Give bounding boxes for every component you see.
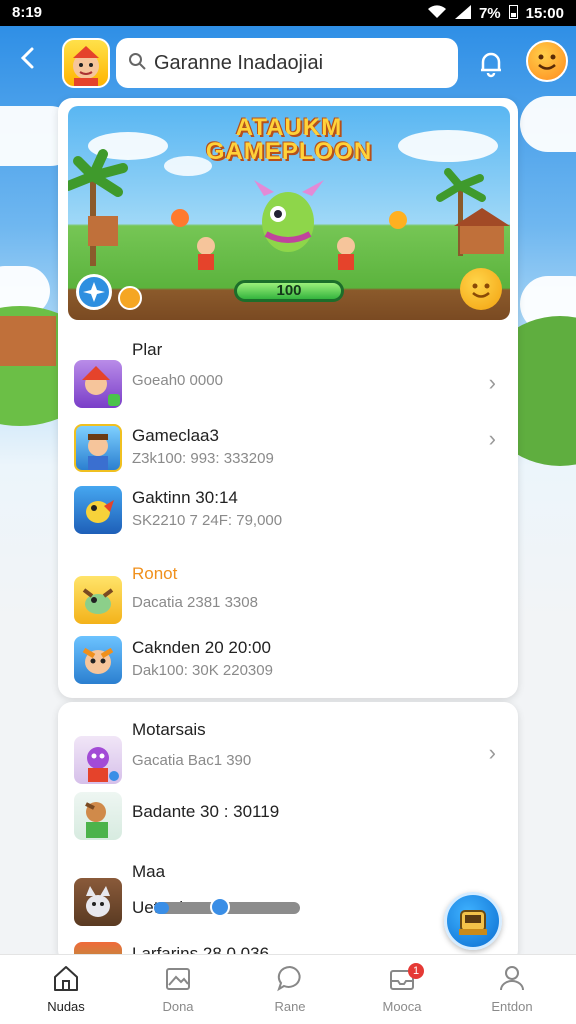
featured-game-banner[interactable]: ATAUKM GAMEPLOON 100 [68, 106, 510, 320]
progress-knob [210, 897, 230, 917]
bell-icon [481, 52, 501, 78]
person-icon [497, 963, 527, 993]
game-app-icon[interactable] [62, 38, 110, 88]
list-item[interactable]: Gameclaa3 Z3k100: 993: 333209 › [74, 424, 504, 478]
battery-icon [508, 4, 518, 23]
search-input[interactable] [154, 51, 434, 75]
game-thumbnail [74, 360, 122, 408]
smiley-button[interactable] [460, 268, 502, 310]
game-thumbnail [74, 424, 122, 472]
list-item-subtitle: Dak100: 30K 220309 [132, 662, 273, 679]
battery-percent: 7% [478, 5, 501, 22]
chevron-right-icon: › [488, 426, 496, 451]
smiley-icon [472, 283, 490, 298]
chevron-right-icon: › [488, 740, 496, 765]
tab-label: Rane [274, 999, 306, 1014]
list-item[interactable]: Caknden 20 20:00 Dak100: 30K 220309 [74, 636, 504, 690]
tab-label: Nudas [47, 999, 85, 1014]
top-bar [0, 26, 576, 98]
progress-fill [154, 902, 169, 914]
status-time: 8:19 [12, 4, 43, 21]
list-item[interactable]: Badante 30 : 30119 [74, 792, 504, 846]
coin-icon [118, 286, 142, 310]
tab-label: Entdon [491, 999, 533, 1014]
main-card: ATAUKM GAMEPLOON 100 Plar Goeah0 0000 › … [58, 98, 518, 698]
sparkle-button[interactable] [76, 274, 112, 310]
search-icon [128, 52, 146, 75]
score-bar: 100 [234, 280, 344, 302]
list-item-title: Gameclaa3 [132, 426, 219, 445]
tab-rane[interactable]: Rane [240, 963, 340, 1019]
game-thumbnail [74, 792, 122, 840]
game-controller-fab[interactable] [444, 892, 502, 950]
list-item-subtitle: Goeah0 0000 [132, 372, 223, 389]
list-item-subtitle: Gacatia Bac1 390 [132, 752, 252, 769]
home-icon [51, 963, 81, 993]
tab-entdon[interactable]: Entdon [462, 963, 562, 1019]
list-item-title: Gaktinn 30:14 [132, 488, 238, 507]
robot-icon [459, 910, 487, 935]
wifi-icon [427, 4, 447, 23]
chevron-right-icon: › [488, 370, 496, 395]
game-thumbnail [74, 576, 122, 624]
list-item-subtitle: Dacatia 2381 3308 [132, 594, 258, 611]
image-icon [163, 963, 193, 993]
list-item-title: Plar [132, 340, 163, 359]
list-item-subtitle: Z3k100: 993: 333209 [132, 450, 274, 467]
list-item-title: Badante 30 : 30119 [132, 802, 280, 821]
banner-title: ATAUKM GAMEPLOON [205, 114, 373, 165]
game-thumbnail [74, 486, 122, 534]
tab-mooca[interactable]: 1 Mooca [352, 963, 452, 1019]
tab-label: Mooca [382, 999, 422, 1014]
tab-label: Dona [162, 999, 194, 1014]
list-item[interactable]: Dacatia 2381 3308 [74, 576, 504, 630]
chat-icon [275, 963, 305, 993]
chevron-left-icon [20, 47, 34, 69]
bell-button[interactable] [474, 46, 508, 80]
list-item[interactable]: Gacatia Bac1 390 › [74, 736, 504, 790]
list-item[interactable]: Goeah0 0000 › [74, 360, 504, 414]
game-thumbnail [74, 636, 122, 684]
tab-home[interactable]: Nudas [16, 963, 116, 1019]
back-button[interactable] [14, 46, 42, 76]
search-bar[interactable] [116, 38, 458, 88]
list-item[interactable]: Gaktinn 30:14 SK2210 7 24F: 79,000 [74, 486, 504, 540]
sparkle-icon [83, 282, 105, 302]
status-clock: 15:00 [525, 5, 564, 22]
profile-avatar[interactable] [526, 40, 568, 82]
signal-icon [454, 4, 471, 23]
game-thumbnail [74, 736, 122, 784]
status-bar: 8:19 7% 15:00 [0, 0, 576, 26]
game-thumbnail [74, 878, 122, 926]
tab-dona[interactable]: Dona [128, 963, 228, 1019]
list-item-title: Caknden 20 20:00 [132, 638, 271, 657]
list-item-subtitle: SK2210 7 24F: 79,000 [132, 512, 283, 529]
bottom-tab-bar: Nudas Dona Rane 1 Mooca Entdon [0, 954, 576, 1024]
notification-badge: 1 [408, 963, 424, 979]
